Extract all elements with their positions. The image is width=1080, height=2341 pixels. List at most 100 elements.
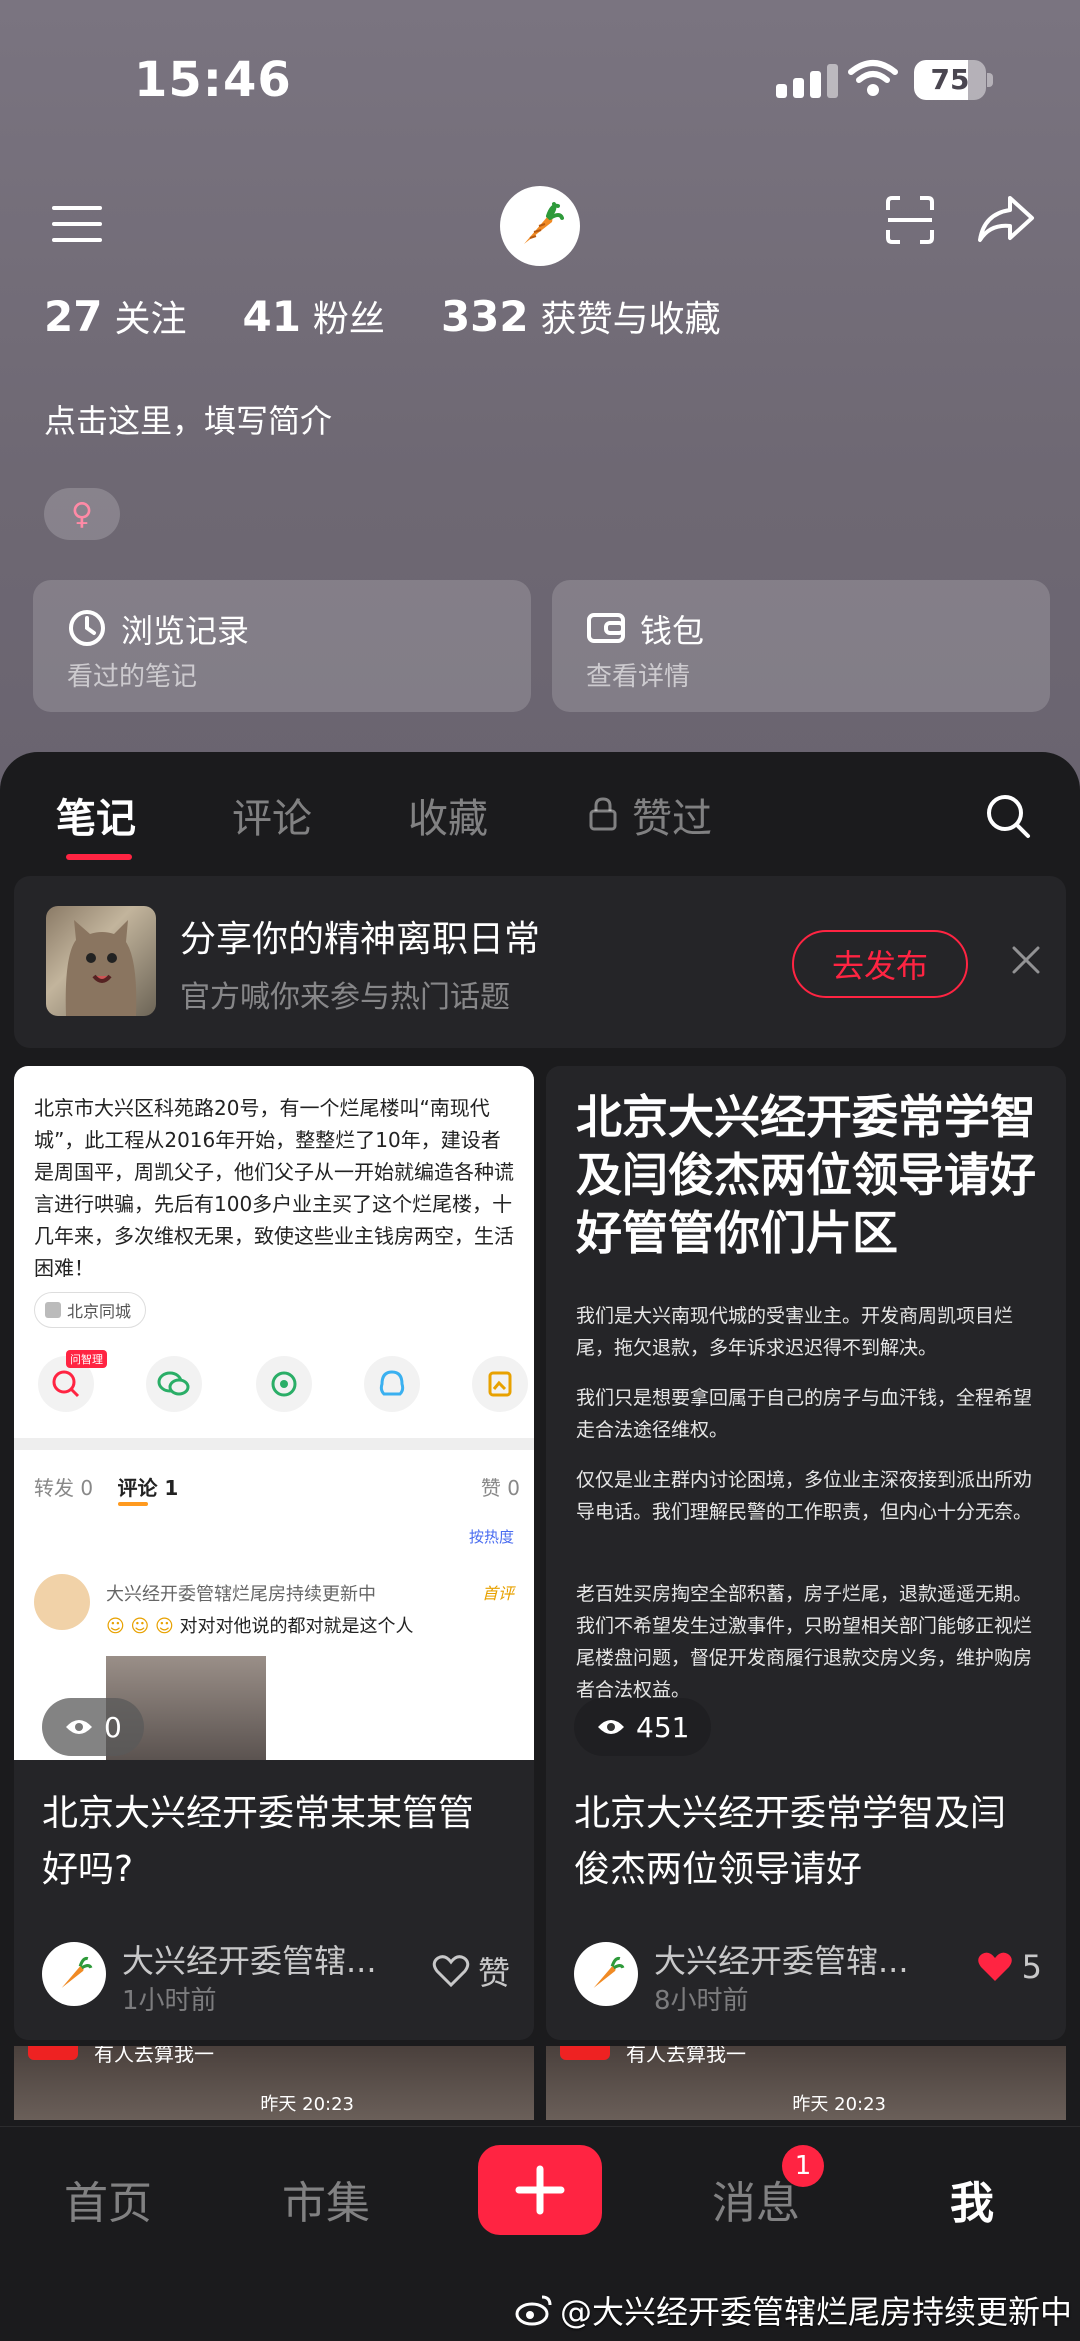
plus-icon [515, 2165, 565, 2215]
note-card[interactable]: 北京市大兴区科苑路20号，有一个烂尾楼叫“南现代城”，此工程从2016年开始，整… [14, 1066, 534, 2040]
wallet-title: 钱包 [640, 612, 705, 650]
commenter-avatar [34, 1574, 90, 1630]
comment-text: ☺ ☺ ☺ 对对对他说的都对就是这个人 [106, 1616, 414, 1637]
banner-subtitle: 官方喊你来参与热门话题 [180, 980, 510, 1015]
eye-icon [598, 1720, 624, 1734]
publish-button[interactable]: 去发布 [792, 930, 968, 998]
followers-count[interactable]: 41 [242, 292, 300, 341]
cover-paragraph: 仅仅是业主群内讨论困境，多位业主深夜接到派出所劝导电话。我们理解民警的工作职责，… [576, 1469, 1033, 1523]
peek-text: 有人去算我一 [94, 2046, 214, 2066]
view-count: 451 [574, 1698, 712, 1756]
following-count[interactable]: 27 [44, 292, 102, 341]
create-post-button[interactable] [478, 2145, 602, 2235]
share-icon[interactable] [976, 194, 1036, 246]
cover-paragraph: 我们是大兴南现代城的受害业主。开发商周凯项目烂尾，拖欠退款，多年诉求迟迟得不到解… [576, 1305, 1014, 1359]
tab-comments[interactable]: 评论 [232, 786, 312, 844]
cellular-signal-icon [776, 62, 840, 98]
status-bar: 15:46 75 [0, 0, 1080, 160]
search-icon[interactable] [984, 792, 1032, 840]
view-count: 0 [42, 1698, 144, 1756]
location-label: 北京同城 [67, 1302, 132, 1321]
view-count-value: 0 [104, 1710, 122, 1744]
following-label[interactable]: 关注 [114, 290, 186, 342]
note-card-peek[interactable]: 有人去算我一 昨天 20:23 [546, 2046, 1066, 2120]
wechat-icon [146, 1356, 202, 1412]
weibo-icon [515, 2295, 552, 2326]
profile-tabs: 笔记 评论 收藏 赞过 [0, 752, 1080, 862]
likes-count[interactable]: 332 [441, 292, 529, 341]
note-cover: 北京大兴经开委常学智及闫俊杰两位领导请好好管管你们片区 我们是大兴南现代城的受害… [546, 1066, 1066, 1760]
like-button[interactable]: 赞 [432, 1948, 510, 1994]
nav-home[interactable]: 首页 [64, 2167, 152, 2231]
tab-collections[interactable]: 收藏 [408, 786, 488, 844]
avatar[interactable] [500, 186, 580, 266]
history-title: 浏览记录 [121, 612, 250, 650]
carrot-icon [524, 202, 564, 244]
peek-text: 有人去算我一 [626, 2046, 746, 2066]
comment-tabs: 转发 0 评论 1 赞 0 [34, 1472, 520, 1506]
clock-icon [69, 610, 105, 646]
female-icon: ♀ [44, 488, 120, 540]
banner-title: 分享你的精神离职日常 [180, 919, 541, 960]
author-avatar [42, 1942, 106, 2006]
scan-icon[interactable] [884, 194, 936, 246]
nav-market[interactable]: 市集 [282, 2167, 370, 2231]
bio-placeholder[interactable]: 点击这里，填写简介 [44, 396, 332, 442]
wifi-icon [848, 60, 898, 96]
tab-liked[interactable]: 赞过 [632, 786, 712, 844]
location-tag: 北京同城 [34, 1292, 147, 1328]
likes-label[interactable]: 获赞与收藏 [541, 290, 721, 342]
author-name: 大兴经开委管辖... [654, 1942, 909, 1980]
cover-paragraph: 我们只是想要拿回属于自己的房子与血汗钱，全程希望走合法途径维权。 [576, 1387, 1033, 1441]
like-button[interactable]: 5 [976, 1948, 1042, 1986]
post-time: 1小时前 [122, 1986, 217, 2016]
banner-thumbnail [46, 906, 156, 1016]
building-icon [45, 1302, 61, 1318]
topic-banner[interactable]: 分享你的精神离职日常 官方喊你来参与热门话题 去发布 [14, 876, 1066, 1048]
like-label: 赞 [477, 1954, 510, 1992]
wallet-icon [587, 613, 625, 643]
history-subtitle: 看过的笔记 [67, 662, 198, 692]
author-name: 大兴经开委管辖... [122, 1942, 377, 1980]
moments-icon [256, 1356, 312, 1412]
like-count: 赞 0 [480, 1476, 520, 1500]
cover-title: 北京大兴经开委常学智及闫俊杰两位领导请好好管管你们片区 [576, 1090, 1036, 1260]
battery-percent: 75 [930, 63, 970, 96]
ai-badge: 问智理 [66, 1350, 107, 1368]
wallet-card[interactable]: 钱包 查看详情 [552, 580, 1050, 712]
save-image-icon [472, 1356, 528, 1412]
cover-paragraph: 老百姓买房掏空全部积蓄，房子烂尾，退款遥遥无期。我们不希望发生过激事件，只盼望相… [576, 1583, 1033, 1701]
bottom-nav: 首页 市集 消息 1 我 @大兴经开委管辖烂尾房持续更新中 [0, 2126, 1080, 2341]
profile-header: 15:46 75 27 关注 41 粉丝 332 获赞与收藏 点击这里，填写简介… [0, 0, 1080, 790]
lock-icon [589, 797, 617, 831]
wallet-subtitle: 查看详情 [586, 662, 691, 692]
note-caption: 北京大兴经开委常学智及闫俊杰两位领导请好 [574, 1793, 1007, 1890]
commenter-name: 大兴经开委管辖烂尾房持续更新中 [106, 1584, 376, 1605]
history-card[interactable]: 浏览记录 看过的笔记 [33, 580, 531, 712]
watermark-text: @大兴经开委管辖烂尾房持续更新中 [559, 2293, 1072, 2331]
heart-filled-icon [977, 1952, 1012, 1981]
note-card[interactable]: 北京大兴经开委常学智及闫俊杰两位领导请好好管管你们片区 我们是大兴南现代城的受害… [546, 1066, 1066, 2040]
view-count-value: 451 [636, 1710, 690, 1744]
note-cover: 北京市大兴区科苑路20号，有一个烂尾楼叫“南现代城”，此工程从2016年开始，整… [14, 1066, 534, 1760]
post-time: 8小时前 [654, 1986, 749, 2016]
menu-icon[interactable] [52, 204, 102, 244]
battery-icon: 75 [914, 60, 986, 100]
first-comment-badge: 首评 [481, 1584, 514, 1603]
repost-count: 转发 0 [34, 1476, 94, 1500]
heart-outline-icon [432, 1955, 470, 1988]
sort-by-hot: 按热度 [468, 1528, 514, 1546]
clock: 15:46 [134, 52, 292, 108]
eye-icon [66, 1720, 92, 1734]
tab-notes[interactable]: 笔记 [56, 786, 136, 844]
followers-label[interactable]: 粉丝 [313, 290, 385, 342]
share-row: 问智理 [34, 1350, 528, 1412]
notes-panel: 笔记 评论 收藏 赞过 分享你的精神离职日常 官方喊你来参与热门话题 去发布 北… [0, 752, 1080, 2341]
nav-me[interactable]: 我 [950, 2167, 994, 2231]
weibo-watermark: @大兴经开委管辖烂尾房持续更新中 [514, 2287, 1072, 2333]
carrot-icon [61, 1956, 93, 1988]
comment-count: 评论 1 [117, 1476, 179, 1500]
note-card-peek[interactable]: 有人去算我一 昨天 20:23 [14, 2046, 534, 2120]
close-icon[interactable] [1008, 942, 1044, 978]
carrot-icon [593, 1956, 625, 1988]
